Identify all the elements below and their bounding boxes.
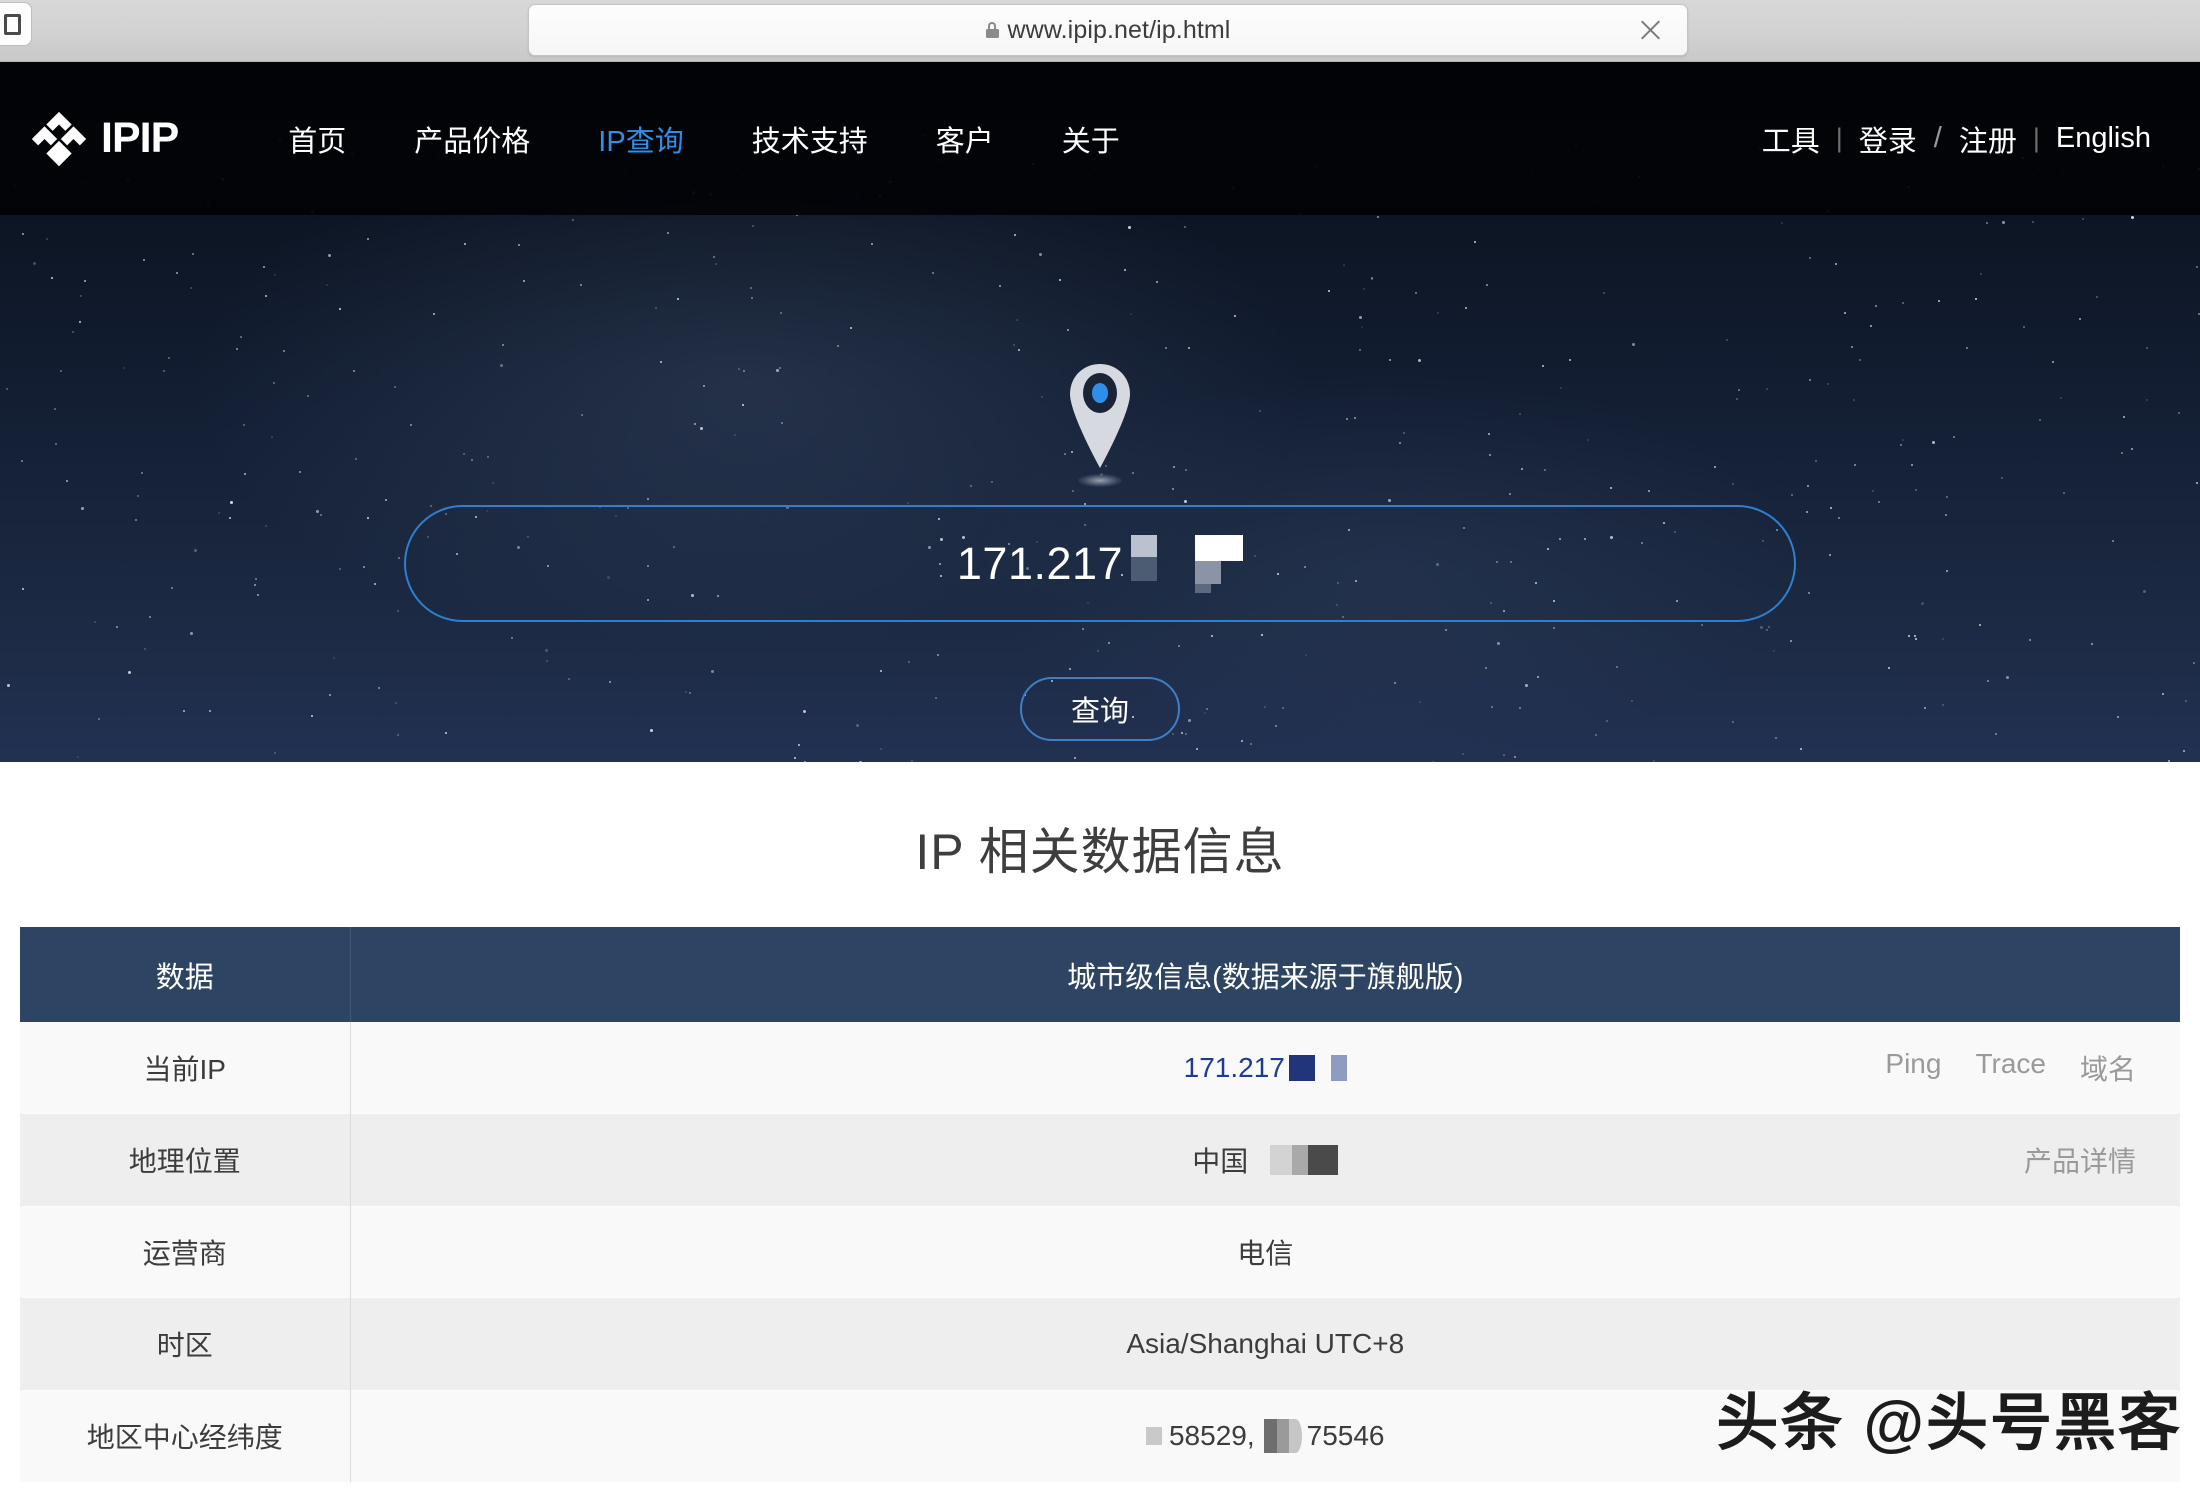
table-row: 当前IP 171.217 Ping Trace 域名	[20, 1022, 2180, 1114]
ipip-logo-icon	[31, 111, 87, 166]
header-data: 数据	[20, 927, 351, 1022]
map-pin-icon	[1070, 364, 1130, 468]
nav-item-about[interactable]: 关于	[1028, 118, 1154, 160]
current-ip-redaction-mosaic	[1288, 1055, 1347, 1081]
lock-icon	[985, 22, 999, 38]
table-row: 运营商 电信	[20, 1206, 2180, 1298]
browser-tab-partial[interactable]	[0, 2, 32, 46]
nav-item-ip-query[interactable]: IP查询	[564, 118, 717, 160]
nav-item-support[interactable]: 技术支持	[718, 118, 902, 160]
main-content: IP 相关数据信息 数据 城市级信息(数据来源于旗舰版) 当前IP 171.21…	[0, 762, 2200, 1482]
table-header-row: 数据 城市级信息(数据来源于旗舰版)	[20, 927, 2180, 1022]
row-value-isp: 电信	[350, 1206, 2180, 1298]
browser-chrome: www.ipip.net/ip.html	[0, 0, 2200, 62]
nav-right-group: 工具 | 登录 / 注册 | English	[1749, 118, 2164, 160]
row-actions-location: 产品详情	[2024, 1140, 2136, 1180]
product-detail-link[interactable]: 产品详情	[2024, 1140, 2136, 1180]
top-navigation: IPIP 首页 产品价格 IP查询 技术支持 客户 关于 工具 | 登录 / 注…	[0, 62, 2200, 215]
site-logo[interactable]: IPIP	[30, 110, 179, 168]
table-row: 地区中心经纬度 58529, 75546	[20, 1390, 2180, 1482]
row-label-isp: 运营商	[20, 1206, 351, 1298]
row-value-latlng: 58529, 75546	[350, 1390, 2180, 1482]
table-body: 当前IP 171.217 Ping Trace 域名 地理位置 中国 产品详情 …	[20, 1022, 2180, 1482]
nav-tools[interactable]: 工具	[1749, 118, 1833, 160]
pin-shadow-decoration	[1078, 474, 1122, 487]
row-label-current-ip: 当前IP	[20, 1022, 351, 1114]
latitude-redaction-mosaic	[1145, 1427, 1162, 1445]
page-title: IP 相关数据信息	[915, 824, 1285, 880]
url-text: www.ipip.net/ip.html	[1007, 15, 1231, 44]
nav-item-pricing[interactable]: 产品价格	[380, 118, 564, 160]
search-input-value: 171.217	[956, 534, 1244, 593]
row-label-latlng: 地区中心经纬度	[20, 1390, 351, 1482]
nav-item-home[interactable]: 首页	[254, 118, 380, 160]
ip-search-input[interactable]: 171.217	[404, 505, 1796, 622]
nav-separator-2: |	[2032, 123, 2040, 153]
table-row: 地理位置 中国 产品详情	[20, 1114, 2180, 1206]
latitude-text: 58529,	[1168, 1420, 1255, 1451]
table-row: 时区 Asia/Shanghai UTC+8	[20, 1298, 2180, 1390]
row-value-current-ip: 171.217 Ping Trace 域名	[350, 1022, 2180, 1114]
row-label-location: 地理位置	[20, 1114, 351, 1206]
row-label-timezone: 时区	[20, 1298, 351, 1390]
address-bar[interactable]: www.ipip.net/ip.html	[528, 4, 1688, 56]
domain-link[interactable]: 域名	[2080, 1048, 2136, 1088]
row-value-location: 中国 产品详情	[350, 1114, 2180, 1206]
nav-item-customers[interactable]: 客户	[902, 118, 1028, 160]
table-head: 数据 城市级信息(数据来源于旗舰版)	[20, 927, 2180, 1022]
main-menu: 首页 产品价格 IP查询 技术支持 客户 关于	[254, 118, 1153, 160]
current-ip-link[interactable]: 171.217	[1184, 1052, 1285, 1084]
nav-separator-1: |	[1835, 123, 1843, 153]
trace-link[interactable]: Trace	[1975, 1048, 2046, 1088]
row-value-timezone: Asia/Shanghai UTC+8	[350, 1298, 2180, 1390]
hero-section: IPIP 首页 产品价格 IP查询 技术支持 客户 关于 工具 | 登录 / 注…	[0, 62, 2200, 762]
location-redaction-mosaic	[1270, 1145, 1339, 1175]
ip-info-table: 数据 城市级信息(数据来源于旗舰版) 当前IP 171.217 Ping Tra	[20, 927, 2180, 1482]
search-redaction-mosaic	[1131, 534, 1244, 593]
nav-login[interactable]: 登录	[1846, 118, 1930, 160]
search-ip-text: 171.217	[956, 537, 1124, 589]
tab-glyph-icon	[4, 14, 21, 35]
longitude-redaction-mosaic	[1263, 1419, 1302, 1453]
nav-english[interactable]: English	[2043, 122, 2164, 155]
location-text: 中国	[1192, 1146, 1249, 1177]
nav-slash: /	[1933, 122, 1942, 154]
ping-link[interactable]: Ping	[1885, 1048, 1941, 1088]
close-icon[interactable]	[1635, 15, 1665, 45]
nav-register[interactable]: 注册	[1946, 118, 2030, 160]
header-city: 城市级信息(数据来源于旗舰版)	[350, 927, 2180, 1022]
logo-text: IPIP	[101, 114, 179, 162]
query-button[interactable]: 查询	[1020, 677, 1180, 741]
longitude-text: 75546	[1306, 1420, 1385, 1451]
row-actions-current-ip: Ping Trace 域名	[1885, 1048, 2136, 1088]
